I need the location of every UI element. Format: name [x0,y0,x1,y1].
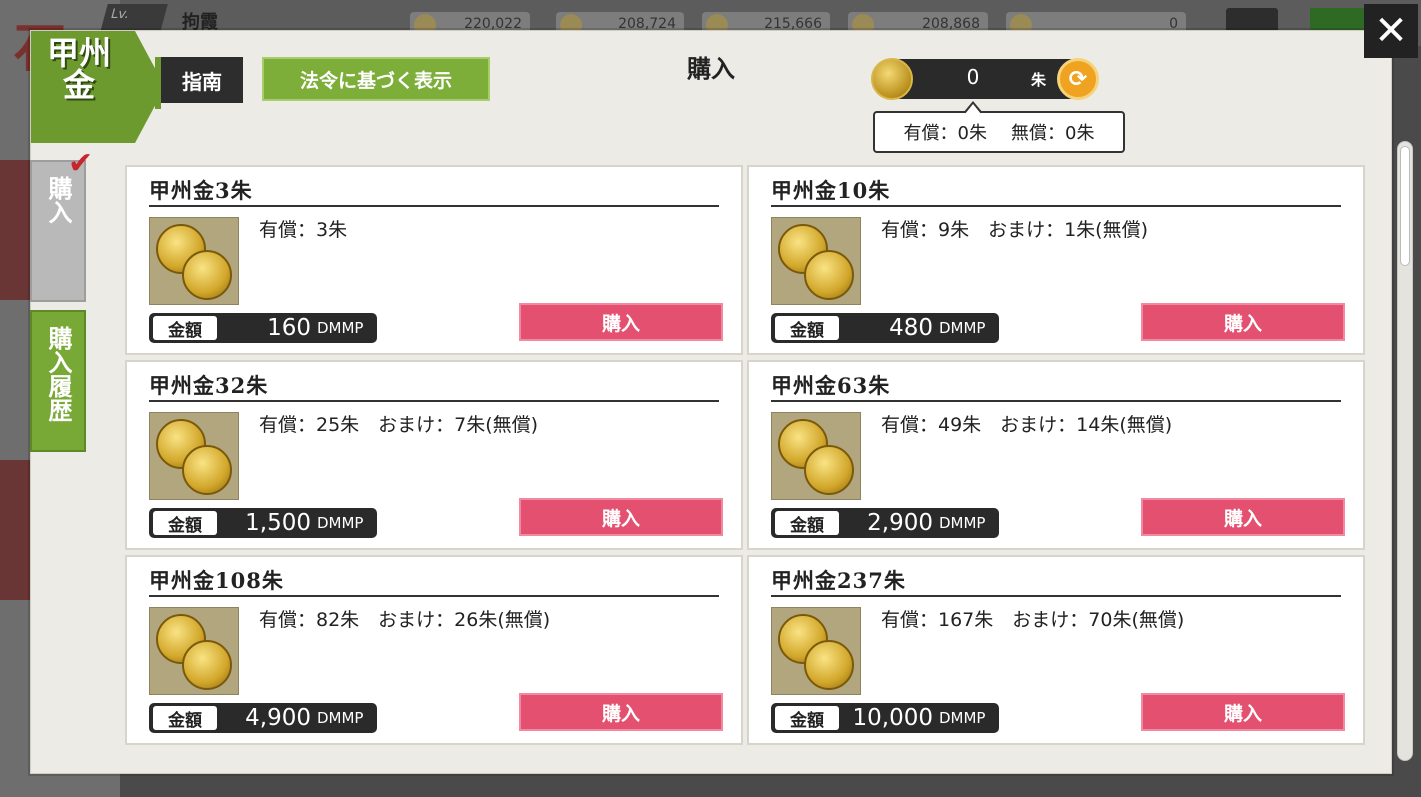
product-description: 有償：49朱 おまけ：14朱(無償) [881,414,1173,436]
tab-history[interactable]: 購入履歴 [30,310,86,452]
legal-notice-button[interactable]: 法令に基づく表示 [262,57,490,101]
product-card: 甲州金32朱 有償：25朱 おまけ：7朱(無償) 金額 1,500 DMMP 購… [125,360,743,550]
gold-coins-icon [771,217,861,305]
gold-coins-icon [149,607,239,695]
product-description: 有償：3朱 [259,219,348,241]
game-side-tab [0,160,32,300]
price-tag: 金額 160 DMMP [149,313,377,343]
price-tag: 金額 2,900 DMMP [771,508,999,538]
price-label: 金額 [153,316,217,341]
koshu-coin-icon [871,58,913,100]
free-balance: 無償：0朱 [1011,123,1095,144]
product-card: 甲州金237朱 有償：167朱 おまけ：70朱(無償) 金額 10,000 DM… [747,555,1365,745]
product-description: 有償：25朱 おまけ：7朱(無償) [259,414,539,436]
balance-tooltip: 有償：0朱 無償：0朱 [873,101,1125,153]
product-card: 甲州金10朱 有償：9朱 おまけ：1朱(無償) 金額 480 DMMP 購入 [747,165,1365,355]
product-description: 有償：9朱 おまけ：1朱(無償) [881,219,1149,241]
currency-unit: 朱 [1031,71,1047,89]
product-grid: 甲州金3朱 有償：3朱 金額 160 DMMP 購入 甲州金10朱 有償：9朱 … [125,165,1367,775]
checkmark-icon: ✔ [68,146,94,181]
level-badge: Lv. [100,4,168,32]
price-label: 金額 [153,511,217,536]
buy-button[interactable]: 購入 [519,498,723,536]
tab-buy[interactable]: 購入 [30,160,86,302]
price-value: 10,000 [852,705,933,731]
buy-button[interactable]: 購入 [1141,303,1345,341]
price-value: 2,900 [867,510,933,536]
close-button[interactable]: ✕ [1364,4,1418,58]
price-unit: DMMP [939,709,986,727]
scrollbar[interactable] [1397,141,1413,761]
buy-button[interactable]: 購入 [519,693,723,731]
product-name: 甲州金10朱 [771,175,1341,207]
price-value: 480 [889,315,933,341]
product-name: 甲州金63朱 [771,370,1341,402]
product-name: 甲州金108朱 [149,565,719,597]
product-card: 甲州金108朱 有償：82朱 おまけ：26朱(無償) 金額 4,900 DMMP… [125,555,743,745]
price-label: 金額 [775,316,839,341]
purchase-dialog: 甲州金 指南 法令に基づく表示 購入 0 朱 ⟳ 有償：0朱 無償：0朱 甲州金… [30,30,1413,775]
price-label: 金額 [153,706,217,731]
price-unit: DMMP [317,514,364,532]
dialog-title: 購入 [687,54,735,83]
badge-title: 甲州金 [46,34,111,104]
price-label: 金額 [775,706,839,731]
price-value: 4,900 [245,705,311,731]
currency-amount: 0 [966,65,980,89]
price-value: 160 [267,315,311,341]
price-tag: 金額 10,000 DMMP [771,703,999,733]
price-value: 1,500 [245,510,311,536]
tab-buy-label: 購入 [44,176,73,224]
price-tag: 金額 1,500 DMMP [149,508,377,538]
refresh-icon[interactable]: ⟳ [1057,58,1099,100]
price-tag: 金額 480 DMMP [771,313,999,343]
product-name: 甲州金237朱 [771,565,1341,597]
price-unit: DMMP [939,319,986,337]
gold-coins-icon [149,217,239,305]
guide-button[interactable]: 指南 [155,57,243,109]
product-name: 甲州金3朱 [149,175,719,207]
scrollbar-thumb[interactable] [1400,146,1410,266]
gold-coins-icon [149,412,239,500]
product-card: 甲州金3朱 有償：3朱 金額 160 DMMP 購入 [125,165,743,355]
price-unit: DMMP [317,319,364,337]
price-unit: DMMP [317,709,364,727]
buy-button[interactable]: 購入 [519,303,723,341]
product-description: 有償：167朱 おまけ：70朱(無償) [881,609,1185,631]
product-name: 甲州金32朱 [149,370,719,402]
price-label: 金額 [775,511,839,536]
price-unit: DMMP [939,514,986,532]
gold-coins-icon [771,607,861,695]
paid-balance: 有償：0朱 [903,123,987,144]
gold-coins-icon [771,412,861,500]
title-badge: 甲州金 [31,31,165,143]
product-card: 甲州金63朱 有償：49朱 おまけ：14朱(無償) 金額 2,900 DMMP … [747,360,1365,550]
buy-button[interactable]: 購入 [1141,498,1345,536]
tab-history-label: 購入履歴 [44,326,73,422]
game-side-tab [0,460,32,600]
currency-display: 0 朱 ⟳ [871,58,1099,100]
price-tag: 金額 4,900 DMMP [149,703,377,733]
buy-button[interactable]: 購入 [1141,693,1345,731]
product-description: 有償：82朱 おまけ：26朱(無償) [259,609,551,631]
